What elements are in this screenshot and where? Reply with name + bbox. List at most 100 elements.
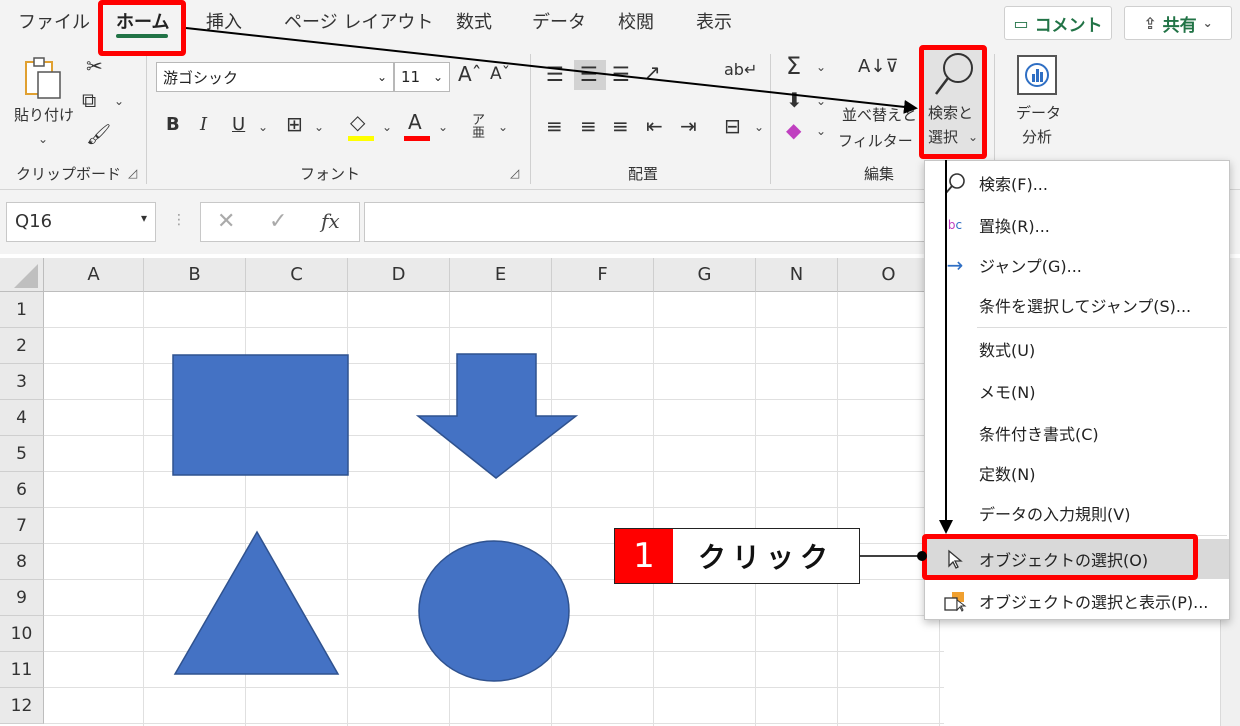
row-header[interactable]: 9 xyxy=(0,580,44,616)
increase-indent-icon[interactable]: ⇥ xyxy=(680,116,697,136)
sort-filter-icon: A↓⊽ xyxy=(858,56,899,77)
menu-item-constants[interactable]: 定数(N) xyxy=(925,453,1229,493)
underline-icon[interactable]: U xyxy=(232,116,245,134)
font-size-select[interactable]: 11 ⌄ xyxy=(394,62,450,92)
tab-view[interactable]: 表示 xyxy=(696,8,732,34)
chevron-down-icon[interactable]: ⌄ xyxy=(816,94,826,108)
chevron-down-icon[interactable]: ⌄ xyxy=(114,94,124,108)
align-middle-icon[interactable]: ☰ xyxy=(580,64,598,84)
column-header[interactable]: C xyxy=(246,258,348,292)
row-header[interactable]: 12 xyxy=(0,688,44,724)
wrap-text-icon[interactable]: ab↵ xyxy=(724,62,757,78)
decrease-indent-icon[interactable]: ⇤ xyxy=(646,116,663,136)
tab-page-layout[interactable]: ページ レイアウト xyxy=(284,8,433,34)
column-header[interactable]: F xyxy=(552,258,654,292)
copy-icon[interactable]: ⧉ xyxy=(82,90,96,110)
menu-item-formulas[interactable]: 数式(U) xyxy=(925,329,1229,369)
row-header[interactable]: 7 xyxy=(0,508,44,544)
align-right-icon[interactable]: ≡ xyxy=(612,116,629,136)
select-all-button[interactable] xyxy=(0,258,44,292)
row-header[interactable]: 2 xyxy=(0,328,44,364)
font-color-icon[interactable]: A xyxy=(408,112,422,132)
align-center-icon[interactable]: ≡ xyxy=(580,116,597,136)
data-analysis-button[interactable]: データ 分析 xyxy=(1006,50,1070,154)
tab-file[interactable]: ファイル xyxy=(18,8,90,34)
highlight-find-select xyxy=(919,45,987,159)
chevron-down-icon[interactable]: ⌄ xyxy=(382,120,392,134)
chevron-down-icon[interactable]: ⌄ xyxy=(314,120,324,134)
dialog-launcher-icon[interactable]: ◿ xyxy=(510,166,519,180)
chevron-down-icon[interactable]: ⌄ xyxy=(498,120,508,134)
font-name-select[interactable]: 游ゴシック ⌄ xyxy=(156,62,394,92)
select-all-icon xyxy=(14,264,38,288)
clear-icon[interactable]: ◆ xyxy=(786,120,801,140)
align-bottom-icon[interactable]: ☰ xyxy=(612,64,630,84)
sort-filter-button[interactable]: A↓⊽ 並べ替えと フィルター xyxy=(836,54,918,158)
increase-font-icon[interactable]: Aˆ xyxy=(458,64,482,84)
row-header[interactable]: 8 xyxy=(0,544,44,580)
menu-item-goto[interactable]: → ジャンプ(G)... xyxy=(925,245,1229,285)
menu-item-label: 検索(F)... xyxy=(979,175,1048,194)
cancel-icon[interactable]: ✕ xyxy=(217,209,235,234)
autosum-icon[interactable]: Σ xyxy=(786,54,801,78)
merge-center-icon[interactable]: ⊟ xyxy=(724,116,741,136)
fill-icon[interactable]: ⬇ xyxy=(786,90,803,110)
share-button[interactable]: ⇪ 共有 ⌄ xyxy=(1124,6,1232,40)
menu-item-label: 置換(R)... xyxy=(979,217,1050,236)
row-header[interactable]: 6 xyxy=(0,472,44,508)
chevron-down-icon[interactable]: ⌄ xyxy=(816,124,826,138)
comment-icon: ▭ xyxy=(1013,13,1029,33)
tab-formulas[interactable]: 数式 xyxy=(456,8,492,34)
tab-insert[interactable]: 挿入 xyxy=(206,8,242,34)
decrease-font-icon[interactable]: Aˇ xyxy=(490,66,510,83)
row-header[interactable]: 5 xyxy=(0,436,44,472)
format-painter-icon[interactable]: 🖌 xyxy=(86,124,111,144)
column-header[interactable]: N xyxy=(756,258,838,292)
gridline xyxy=(44,435,944,436)
row-header[interactable]: 11 xyxy=(0,652,44,688)
row-header[interactable]: 10 xyxy=(0,616,44,652)
chevron-down-icon[interactable]: ⌄ xyxy=(816,60,826,74)
gridline xyxy=(245,292,246,726)
dialog-launcher-icon[interactable]: ◿ xyxy=(128,166,137,180)
row-header[interactable]: 3 xyxy=(0,364,44,400)
column-header[interactable]: A xyxy=(44,258,144,292)
cut-icon[interactable]: ✂ xyxy=(86,56,103,76)
menu-item-selection-pane[interactable]: オブジェクトの選択と表示(P)... xyxy=(925,581,1229,621)
align-top-icon[interactable]: ☰ xyxy=(546,64,564,84)
align-left-icon[interactable]: ≡ xyxy=(546,116,563,136)
column-header[interactable]: B xyxy=(144,258,246,292)
chevron-down-icon: ⌄ xyxy=(1202,16,1213,30)
chevron-down-icon[interactable]: ⌄ xyxy=(258,120,268,134)
column-header[interactable]: E xyxy=(450,258,552,292)
bold-icon[interactable]: B xyxy=(166,116,180,134)
column-header[interactable]: D xyxy=(348,258,450,292)
phonetic-icon[interactable]: ア亜 xyxy=(472,114,485,140)
formula-input[interactable] xyxy=(364,202,944,242)
column-header[interactable]: G xyxy=(654,258,756,292)
tab-data[interactable]: データ xyxy=(532,8,586,34)
orientation-icon[interactable]: ↗ xyxy=(644,62,661,82)
paste-button[interactable]: 貼り付け ⌄ xyxy=(8,54,78,154)
fill-color-icon[interactable]: ◇ xyxy=(350,112,365,132)
insert-function-icon[interactable]: fx xyxy=(321,209,340,233)
menu-item-find[interactable]: 検索(F)... xyxy=(925,163,1229,203)
chevron-down-icon[interactable]: ⌄ xyxy=(754,120,764,134)
menu-item-data-validation[interactable]: データの入力規則(V) xyxy=(925,493,1229,533)
ribbon-tab-bar: ファイル ホーム 挿入 ページ レイアウト 数式 データ 校閲 表示 ▭ コメン… xyxy=(0,0,1240,46)
italic-icon[interactable]: I xyxy=(200,116,207,134)
tab-review[interactable]: 校閲 xyxy=(618,8,654,34)
name-box[interactable]: Q16 ▾ xyxy=(6,202,156,242)
menu-item-goto-special[interactable]: 条件を選択してジャンプ(S)... xyxy=(925,285,1229,325)
row-header[interactable]: 1 xyxy=(0,292,44,328)
comment-button[interactable]: ▭ コメント xyxy=(1004,6,1112,40)
border-icon[interactable]: ⊞ xyxy=(286,114,303,134)
check-icon[interactable]: ✓ xyxy=(269,209,287,234)
chevron-down-icon[interactable]: ⌄ xyxy=(438,120,448,134)
menu-item-notes[interactable]: メモ(N) xyxy=(925,371,1229,411)
menu-item-replace[interactable]: bc 置換(R)... xyxy=(925,205,1229,245)
gridline xyxy=(44,399,944,400)
menu-item-label: 条件付き書式(C) xyxy=(979,425,1099,444)
row-header[interactable]: 4 xyxy=(0,400,44,436)
menu-item-conditional-formatting[interactable]: 条件付き書式(C) xyxy=(925,413,1229,453)
